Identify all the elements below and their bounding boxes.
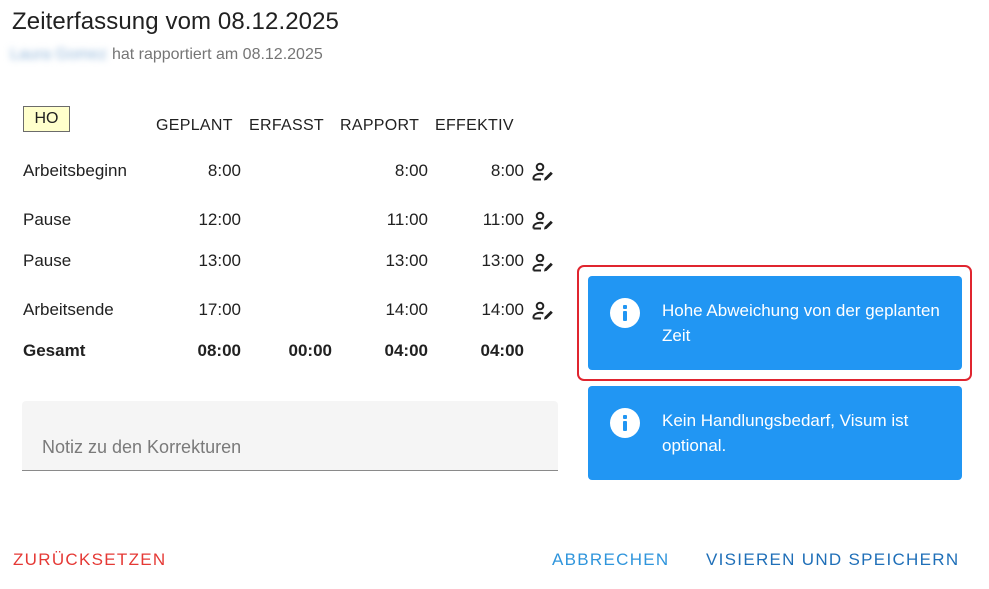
reset-button[interactable]: ZURÜCKSETZEN xyxy=(13,550,167,570)
cell-effektiv: 13:00 xyxy=(481,251,524,270)
info-icon xyxy=(610,408,640,438)
info-icon xyxy=(610,298,640,328)
column-header-erfasst: ERFASST xyxy=(249,117,325,134)
approve-and-save-button[interactable]: VISIEREN UND SPEICHERN xyxy=(706,550,959,570)
reported-date-text: hat rapportiert am 08.12.2025 xyxy=(111,46,323,63)
cell-geplant: 8:00 xyxy=(207,161,241,180)
cell-effektiv: 8:00 xyxy=(490,161,524,180)
cell-effektiv: 14:00 xyxy=(481,300,524,319)
row-label-pause: Pause xyxy=(23,210,72,229)
column-header-rapport: RAPPORT xyxy=(340,117,420,134)
cell-rapport: 8:00 xyxy=(394,161,428,180)
alert-text: Kein Handlungsbedarf, Visum ist optional… xyxy=(662,411,909,455)
cell-geplant: 13:00 xyxy=(198,251,241,270)
row-label-gesamt: Gesamt xyxy=(23,341,86,360)
column-header-geplant: GEPLANT xyxy=(156,117,233,134)
alert-high-deviation: Hohe Abweichung von der geplanten Zeit xyxy=(588,276,962,370)
cancel-button[interactable]: ABBRECHEN xyxy=(552,550,670,570)
total-geplant: 08:00 xyxy=(197,341,241,360)
cell-geplant: 17:00 xyxy=(198,300,241,319)
cell-geplant: 12:00 xyxy=(198,210,241,229)
person-edit-icon[interactable] xyxy=(531,160,555,184)
alert-no-action-needed: Kein Handlungsbedarf, Visum ist optional… xyxy=(588,386,962,480)
dialog-subtitle: Laura Gomez hat rapportiert am 08.12.202… xyxy=(10,46,323,64)
column-header-effektiv: EFFEKTIV xyxy=(435,117,514,134)
person-edit-icon[interactable] xyxy=(531,299,555,323)
alert-text: Hohe Abweichung von der geplanten Zeit xyxy=(662,301,940,345)
cell-effektiv: 11:00 xyxy=(482,210,524,229)
user-name: Laura Gomez xyxy=(10,46,107,63)
row-label-arbeitsende: Arbeitsende xyxy=(23,300,114,319)
total-effektiv: 04:00 xyxy=(480,341,524,360)
row-label-pause: Pause xyxy=(23,251,72,270)
total-rapport: 04:00 xyxy=(384,341,428,360)
dialog-title: Zeiterfassung vom 08.12.2025 xyxy=(12,8,339,35)
person-edit-icon[interactable] xyxy=(531,209,555,233)
person-edit-icon[interactable] xyxy=(531,251,555,275)
cell-rapport: 11:00 xyxy=(386,210,428,229)
correction-note-input[interactable] xyxy=(22,401,558,471)
cell-rapport: 14:00 xyxy=(385,300,428,319)
home-office-badge: HO xyxy=(23,106,70,132)
cell-rapport: 13:00 xyxy=(385,251,428,270)
total-erfasst: 00:00 xyxy=(288,341,332,360)
time-entry-dialog: Zeiterfassung vom 08.12.2025 Laura Gomez… xyxy=(0,0,989,589)
row-label-arbeitsbeginn: Arbeitsbeginn xyxy=(23,161,127,180)
